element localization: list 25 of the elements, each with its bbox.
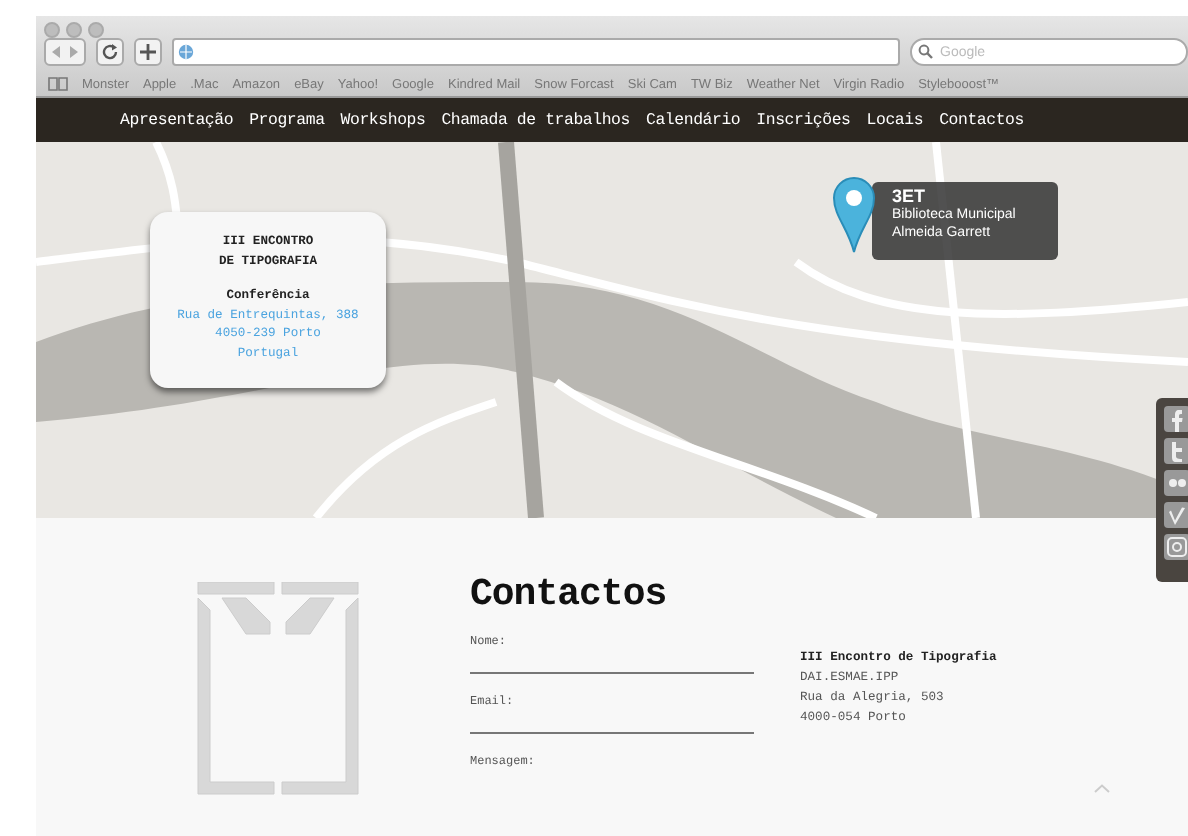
twitter-icon[interactable]	[1163, 438, 1188, 464]
nav-link[interactable]: Inscrições	[756, 111, 851, 129]
address-field[interactable]	[172, 38, 900, 66]
reload-icon	[102, 44, 118, 60]
camera-icon[interactable]	[1163, 534, 1188, 560]
book-icon	[48, 76, 68, 92]
vimeo-icon[interactable]	[1163, 502, 1188, 528]
nav-link[interactable]: Workshops	[340, 111, 426, 129]
nav-link[interactable]: Chamada de trabalhos	[441, 111, 630, 129]
search-icon	[918, 44, 934, 60]
map-pin-icon[interactable]	[832, 176, 876, 254]
nav-link[interactable]: Programa	[249, 111, 325, 129]
nav-link[interactable]: Apresentação	[120, 111, 234, 129]
nav-link[interactable]: Calendário	[646, 111, 741, 129]
globe-icon	[178, 44, 194, 60]
plus-icon	[140, 44, 156, 60]
marker-title: 3ET	[892, 186, 928, 207]
flickr-icon[interactable]	[1163, 470, 1188, 496]
add-bookmark-button[interactable]	[134, 38, 162, 66]
page-heading: Contactos	[470, 572, 669, 616]
nav-link[interactable]: Contactos	[939, 111, 1024, 129]
nav-link[interactable]: Locais	[866, 111, 924, 129]
facebook-icon[interactable]	[1163, 406, 1188, 432]
arrows-icon	[50, 44, 80, 60]
reload-button[interactable]	[96, 38, 124, 66]
